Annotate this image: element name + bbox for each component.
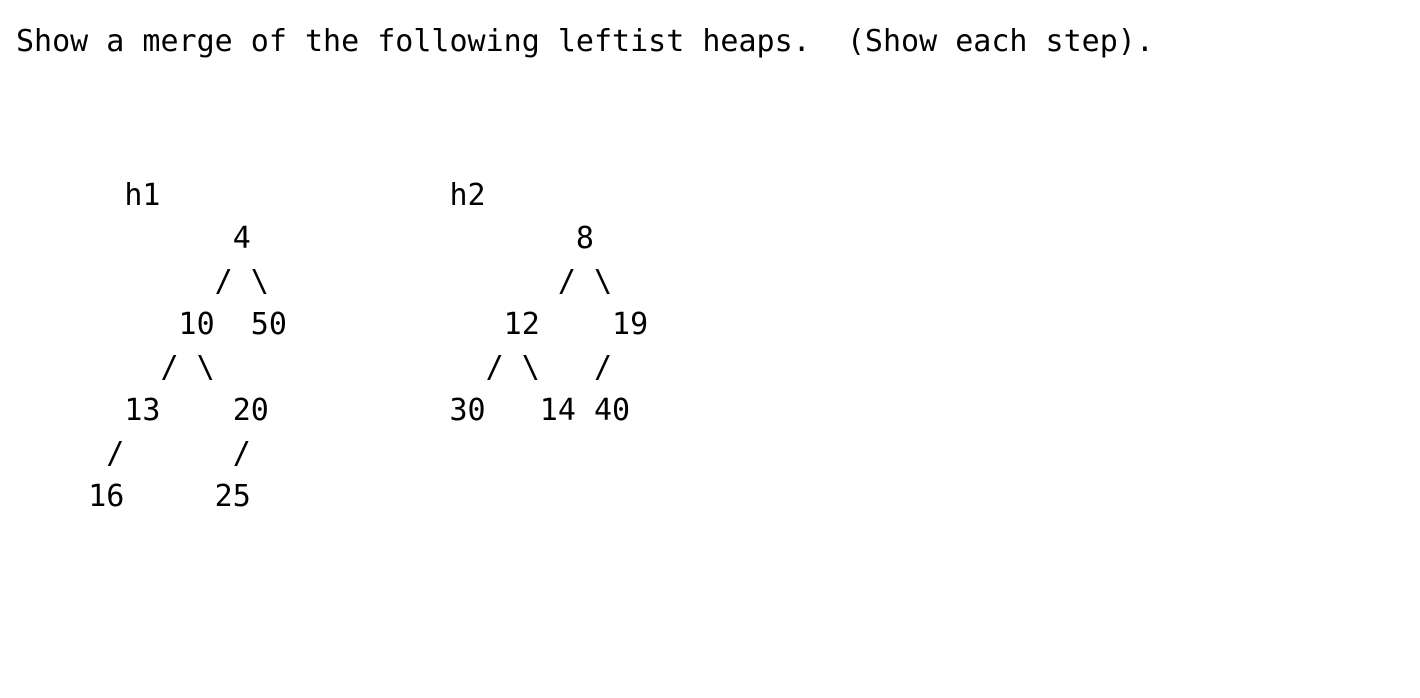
- problem-prompt-text: Show a merge of the following leftist he…: [16, 24, 1154, 59]
- heap-h2-diagram: h2 8 / \ 12 19 / \ / 30 14 40: [449, 178, 649, 428]
- page-root: Show a merge of the following leftist he…: [0, 0, 1420, 524]
